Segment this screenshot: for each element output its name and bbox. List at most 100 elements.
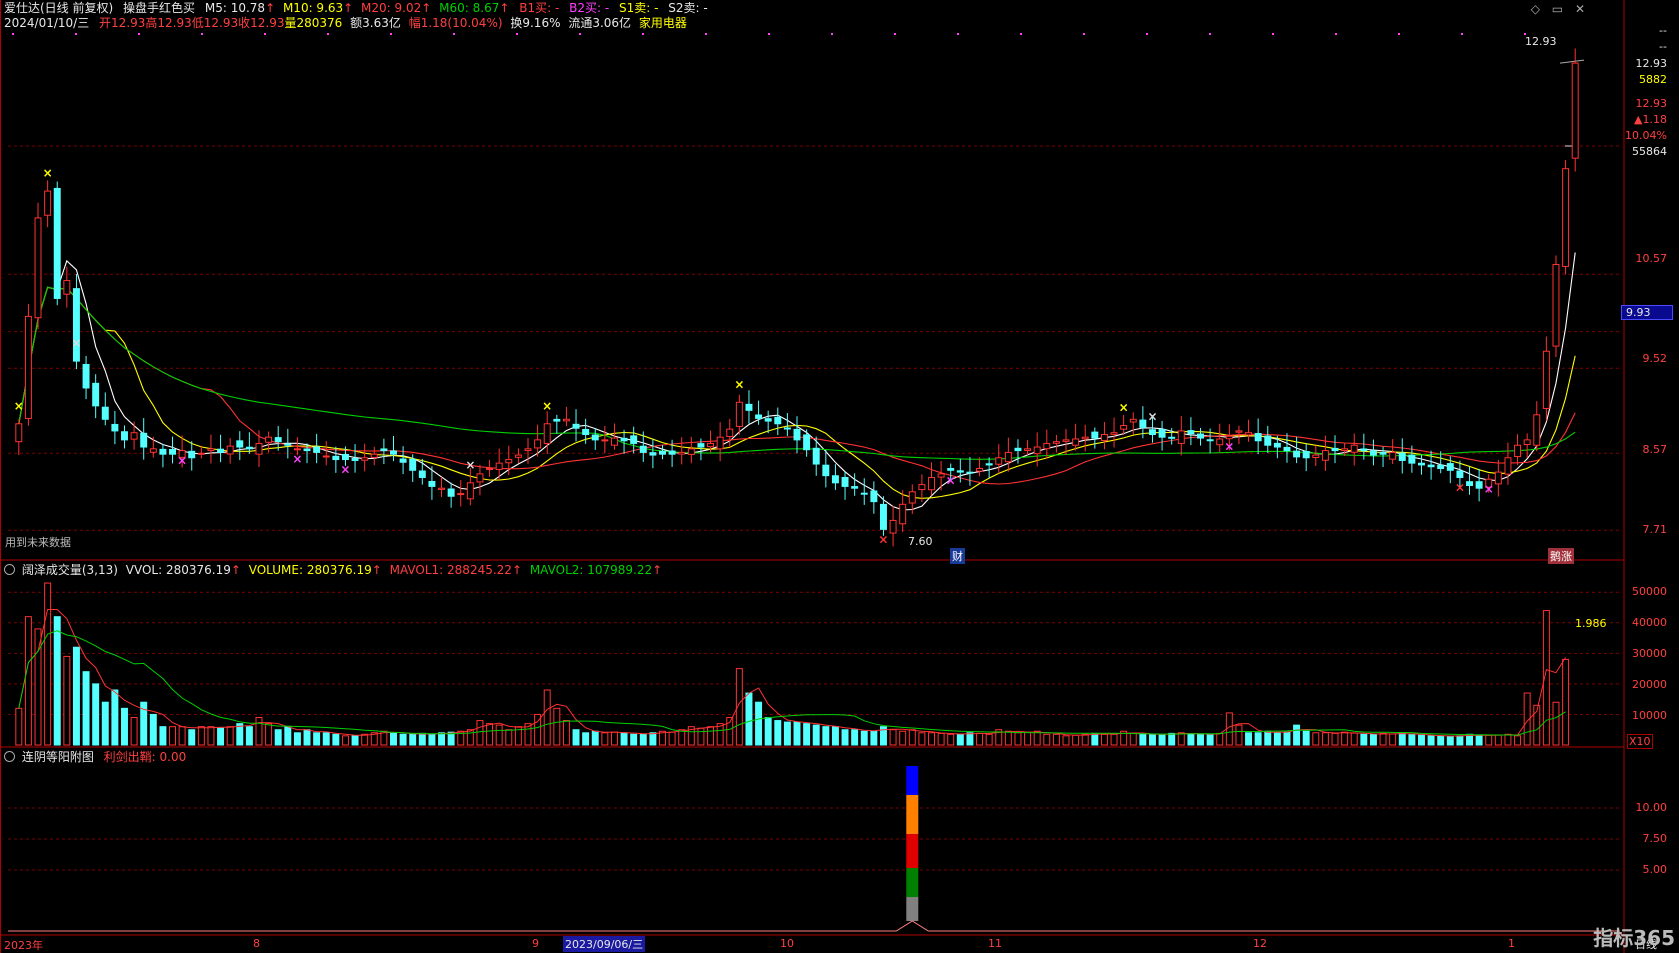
volume-bar [1494, 734, 1502, 746]
candle-body [1273, 442, 1281, 448]
event-dot [75, 33, 77, 35]
indicator-panel-title[interactable]: 连阴等阳附图 [22, 750, 94, 764]
event-dot [201, 33, 203, 35]
candle-body [380, 448, 388, 452]
indicator-segment [906, 834, 919, 868]
right-change-abs: ▲1.18 [1634, 113, 1667, 126]
volume-bar [678, 729, 686, 746]
volume-bar [197, 726, 205, 746]
candle-body [514, 454, 522, 458]
volume-bar [361, 733, 369, 746]
header-line-2: 2024/01/10/三 开12.93高12.93低12.93收12.93量28… [4, 16, 687, 30]
candle-body [687, 448, 695, 455]
volume-bar [1254, 732, 1262, 746]
candle-body [1523, 439, 1531, 446]
event-dot [453, 33, 455, 35]
window-controls[interactable]: ◇ ▭ ✕ [1531, 2, 1589, 16]
event-dot [642, 33, 644, 35]
volume-bar [889, 729, 897, 746]
candle-body [265, 436, 273, 443]
volume-bar [1100, 733, 1108, 746]
indicator-bars [8, 766, 1620, 932]
signal-marker: × [177, 454, 187, 468]
candle-body [1091, 431, 1099, 439]
volume-bar [399, 733, 407, 746]
volume-bar [1024, 731, 1032, 746]
volume-bar [860, 730, 868, 746]
time-label-jan: 1 [1508, 937, 1515, 950]
candle-body [803, 434, 811, 451]
candle-body [659, 450, 666, 455]
finance-badge[interactable]: 财 [950, 548, 965, 564]
right-dash-2: -- [1659, 40, 1667, 53]
volume-bar [149, 713, 157, 746]
indicator-name[interactable]: 操盘手红色买 [123, 1, 195, 15]
volume-bar [1139, 733, 1147, 746]
limit-up-badge[interactable]: 鹅涨 [1548, 548, 1574, 564]
event-dot [390, 33, 392, 35]
candle-body [879, 503, 887, 530]
vol-tick-4: 20000 [1632, 678, 1667, 691]
volume-bar [1552, 701, 1560, 746]
candle-body [1206, 439, 1214, 442]
candle-body [1321, 450, 1329, 461]
candle-body [1437, 464, 1445, 470]
volume-bar [341, 735, 349, 746]
s1-signal: S1卖: - [619, 1, 659, 15]
volume-bar [1456, 735, 1464, 746]
bar-low: 低12.93 [191, 16, 239, 30]
volume-bar [649, 732, 657, 746]
candle-body [649, 452, 657, 456]
chart-canvas[interactable]: × × × × × × × × × × × × × × × × [0, 0, 1679, 953]
volume-bar [630, 733, 638, 746]
settings-circle-icon[interactable] [4, 751, 15, 762]
signal-marker: × [1224, 439, 1234, 453]
volume-bar [639, 733, 647, 746]
volume-bar [495, 724, 503, 746]
volume-bar [1437, 735, 1445, 746]
volume-bar [466, 729, 474, 746]
candle-body [534, 439, 542, 449]
volume-bar [1043, 733, 1051, 746]
candle-body [1120, 425, 1128, 430]
event-dot [705, 33, 707, 35]
candle-body [1264, 435, 1272, 446]
candle-body [1197, 433, 1204, 439]
candle-body [620, 437, 628, 442]
candle-body [217, 448, 225, 453]
candle-body [92, 382, 100, 407]
volume-bar [1283, 731, 1291, 746]
signal-marker: × [292, 452, 302, 466]
bar-turnover: 换9.16% [510, 16, 561, 30]
volume-panel-title[interactable]: 阔泽成交量(3,13) [22, 563, 118, 577]
price-tick-4: 7.71 [1642, 523, 1668, 536]
volume-bar [1379, 732, 1387, 746]
float-cap: 流通3.06亿 [568, 16, 632, 30]
bar-close: 收12.93 [238, 16, 285, 30]
candle-body [245, 446, 253, 450]
volume-bar [783, 721, 791, 746]
candle-body [390, 450, 397, 455]
candle-body [1245, 432, 1253, 436]
signal-marker: × [878, 532, 888, 546]
volume-bar [313, 732, 321, 746]
ma5-value: M5: 10.78 [204, 1, 266, 15]
volume-bar [1091, 732, 1099, 746]
time-label-aug: 8 [253, 937, 260, 950]
candle-body [466, 482, 474, 500]
volume-bar [966, 732, 974, 746]
volume-value: VOLUME: 280376.19 [248, 563, 372, 577]
settings-circle-icon[interactable] [4, 564, 15, 575]
sector-label[interactable]: 家用电器 [639, 16, 687, 30]
candle-body [447, 488, 455, 497]
event-dot [579, 33, 581, 35]
candle-body [370, 453, 378, 458]
candle-body [707, 442, 715, 448]
candle-body [1139, 419, 1147, 428]
price-tick-3: 8.57 [1642, 443, 1668, 456]
candle-body [1542, 350, 1550, 409]
volume-bar [1360, 733, 1368, 746]
candle-body [610, 437, 618, 446]
volume-bar [976, 732, 984, 746]
low-price-label: 7.60 [908, 535, 933, 548]
